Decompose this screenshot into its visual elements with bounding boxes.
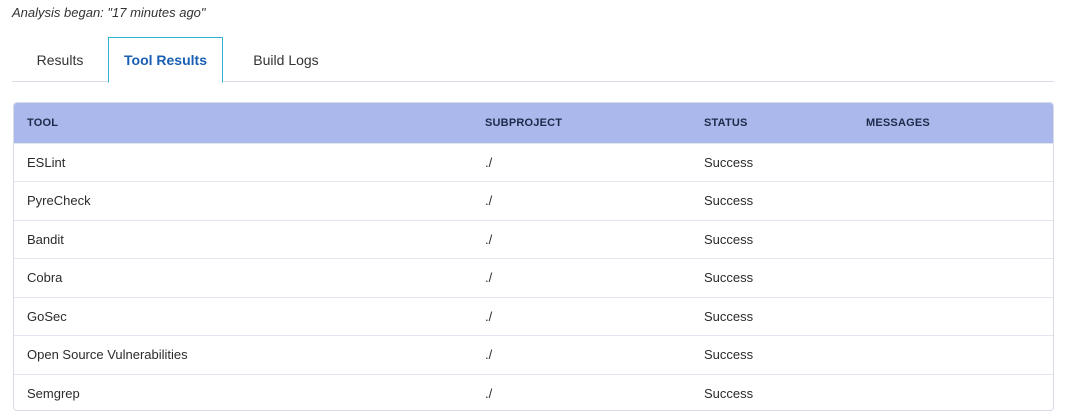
cell-tool: Open Source Vulnerabilities <box>27 347 188 363</box>
column-header-status: STATUS <box>704 116 748 129</box>
table-row: Cobra ./ Success <box>14 258 1053 298</box>
cell-subproject: ./ <box>485 270 493 286</box>
cell-subproject: ./ <box>485 154 493 170</box>
table-row: ESLint ./ Success <box>14 143 1053 182</box>
table-header-row: TOOL SUBPROJECT STATUS MESSAGES <box>14 103 1053 143</box>
table-row: Semgrep ./ Success <box>14 374 1053 410</box>
cell-tool: Bandit <box>27 231 64 247</box>
table-row: Open Source Vulnerabilities ./ Success <box>14 335 1053 375</box>
cell-messages <box>853 220 1053 259</box>
cell-subproject: ./ <box>485 231 493 247</box>
cell-tool: PyreCheck <box>27 193 91 209</box>
cell-tool: ESLint <box>27 154 66 170</box>
tab-tool-results[interactable]: Tool Results <box>108 37 223 83</box>
analysis-start-note: Analysis began: "17 minutes ago" <box>12 5 206 20</box>
cell-status: Success <box>704 308 754 324</box>
cell-subproject: ./ <box>485 308 493 324</box>
column-header-messages: MESSAGES <box>866 116 930 129</box>
tool-results-table: TOOL SUBPROJECT STATUS MESSAGES ESLint .… <box>13 102 1054 411</box>
cell-status: Success <box>704 231 754 247</box>
cell-tool: GoSec <box>27 308 67 324</box>
cell-status: Success <box>704 347 754 363</box>
table-row: GoSec ./ Success <box>14 297 1053 336</box>
column-header-subproject: SUBPROJECT <box>485 116 563 129</box>
cell-messages <box>853 297 1053 336</box>
cell-tool: Semgrep <box>27 386 80 401</box>
cell-tool: Cobra <box>27 270 63 286</box>
cell-messages <box>853 259 1053 298</box>
cell-messages <box>853 374 1053 410</box>
cell-subproject: ./ <box>485 193 493 209</box>
cell-messages <box>853 182 1053 221</box>
cell-status: Success <box>704 193 754 209</box>
table-row: Bandit ./ Success <box>14 220 1053 259</box>
cell-status: Success <box>704 270 754 286</box>
cell-subproject: ./ <box>485 386 493 401</box>
table-row: PyreCheck ./ Success <box>14 181 1053 221</box>
cell-status: Success <box>704 386 754 401</box>
tab-bar: Results Tool Results Build Logs <box>12 37 1054 83</box>
tab-build-logs[interactable]: Build Logs <box>234 37 338 82</box>
cell-messages <box>853 336 1053 375</box>
tab-results[interactable]: Results <box>12 37 108 82</box>
cell-messages <box>853 143 1053 182</box>
cell-status: Success <box>704 154 754 170</box>
column-header-tool: TOOL <box>27 116 59 129</box>
cell-subproject: ./ <box>485 347 493 363</box>
